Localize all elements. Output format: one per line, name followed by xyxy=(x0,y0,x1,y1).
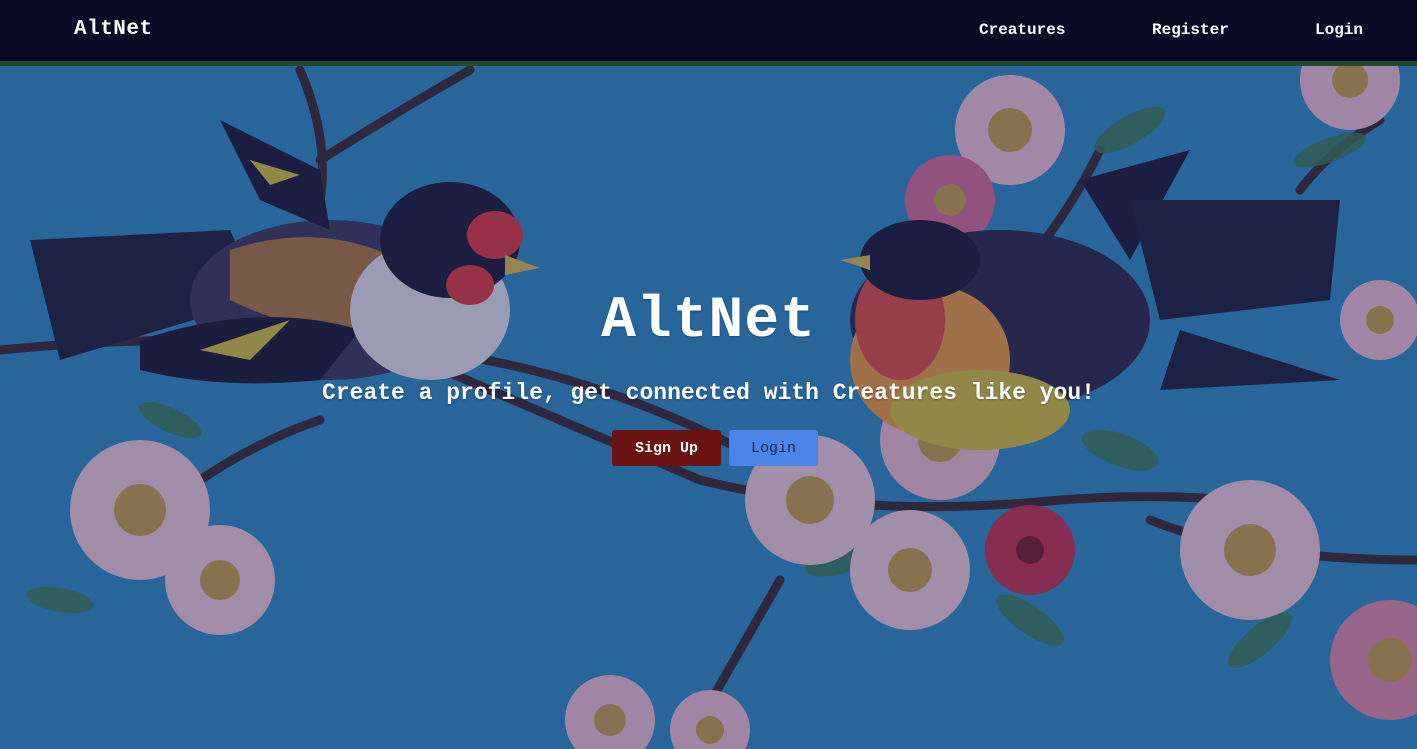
hero-section: AltNet Create a profile, get connected w… xyxy=(0,0,1417,749)
hero-subtitle: Create a profile, get connected with Cre… xyxy=(322,380,1095,406)
hero-title: AltNet xyxy=(601,289,816,354)
nav-login-link[interactable]: Login xyxy=(1315,21,1363,39)
nav-register-link[interactable]: Register xyxy=(1152,21,1229,39)
signup-button[interactable]: Sign Up xyxy=(612,430,721,466)
top-navbar: AltNet Creatures Register Login xyxy=(0,0,1417,66)
login-button[interactable]: Login xyxy=(729,430,818,466)
brand-logo-link[interactable]: AltNet xyxy=(74,18,153,41)
nav-creatures-link[interactable]: Creatures xyxy=(979,21,1065,39)
page: AltNet Creatures Register Login AltNet C… xyxy=(0,0,1417,749)
